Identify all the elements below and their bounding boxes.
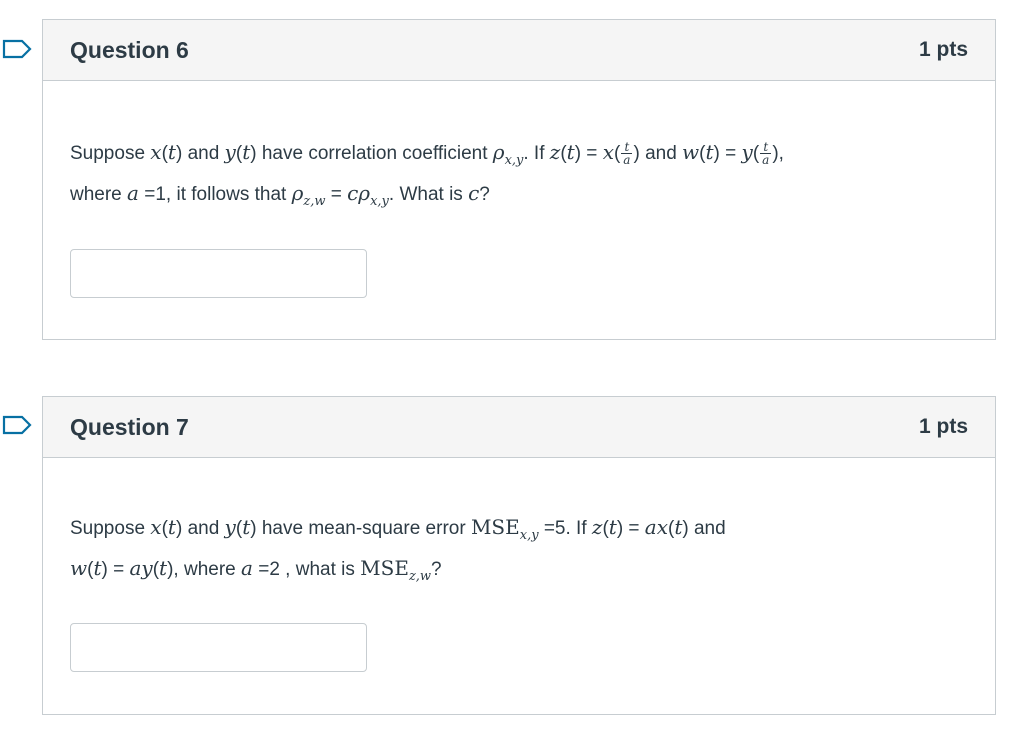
answer-input[interactable]	[70, 249, 367, 298]
question-header: Question 6 1 pts	[43, 20, 995, 81]
question-header: Question 7 1 pts	[43, 397, 995, 458]
question-body: Suppose x(t) and y(t) have correlation c…	[43, 81, 995, 298]
question-text: Suppose x(t) and y(t) have mean-square e…	[70, 515, 726, 584]
question-title: Question 7	[70, 413, 189, 440]
text-fragment: =5. If	[543, 518, 587, 539]
question-7: Question 7 1 pts Suppose x(t) and y(t) h…	[42, 396, 996, 715]
text-fragment: Suppose	[70, 518, 146, 539]
bookmark-flag-icon[interactable]	[2, 415, 32, 435]
text-fragment: , where	[173, 558, 236, 580]
text-fragment: where	[70, 183, 122, 205]
text-fragment: . What is	[388, 183, 463, 205]
text-fragment: have correlation coefficient	[261, 143, 488, 164]
text-fragment: Suppose	[70, 143, 146, 164]
question-text: Suppose x(t) and y(t) have correlation c…	[70, 140, 784, 209]
text-fragment: and	[645, 143, 677, 164]
text-fragment: ,	[778, 143, 784, 164]
text-fragment: and	[187, 143, 220, 164]
question-body: Suppose x(t) and y(t) have mean-square e…	[43, 458, 995, 672]
question-6: Question 6 1 pts Suppose x(t) and y(t) h…	[42, 19, 996, 340]
text-fragment: =1, it follows that	[144, 183, 287, 205]
question-title: Question 6	[70, 36, 189, 63]
bookmark-flag-icon[interactable]	[2, 39, 32, 59]
text-fragment: =2 , what is	[258, 558, 355, 580]
text-fragment: ?	[479, 183, 490, 205]
text-fragment: ?	[431, 558, 442, 580]
text-fragment: have mean-square error	[261, 518, 466, 539]
question-points: 1 pts	[918, 415, 968, 438]
question-points: 1 pts	[918, 38, 968, 61]
text-fragment: . If	[523, 143, 545, 164]
text-fragment: and	[187, 518, 220, 539]
answer-input[interactable]	[70, 623, 367, 672]
text-fragment: and	[693, 518, 726, 539]
